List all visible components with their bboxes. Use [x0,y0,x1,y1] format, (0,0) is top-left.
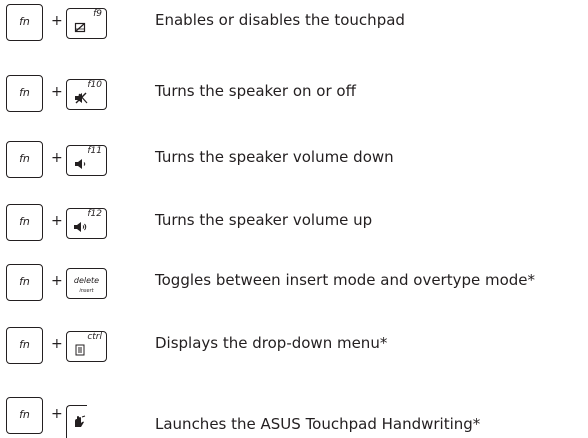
f10-key-label: f10 [87,80,102,90]
plus-sign: + [51,336,63,352]
shortcut-description: Turns the speaker volume up [155,211,373,229]
fn-key: fn [6,204,43,241]
fn-key-label: fn [19,275,30,288]
touchpad-icon [74,22,86,33]
shortcut-description: Turns the speaker volume down [155,148,394,166]
fn-key-label: fn [19,152,30,165]
ctrl-key-label: ctrl [87,332,102,342]
fn-key-label: fn [19,15,30,28]
plus-sign: + [51,13,63,29]
fn-key: fn [6,264,43,301]
shortcut-description: Enables or disables the touchpad [155,11,405,29]
handwriting-key [66,405,87,438]
f10-key: f10 [66,79,107,110]
shortcut-description: Launches the ASUS Touchpad Handwriting* [155,415,481,433]
delete-key-label: delete [73,276,100,285]
plus-sign: + [51,406,63,422]
fn-key-label: fn [19,215,30,228]
insert-key-label: insert [79,288,94,294]
shortcut-row-volume-down: fn + f11 Turns the speaker volume down [0,141,588,181]
shortcut-row-touchpad: fn + f9 Enables or disables the touchpad [0,4,588,44]
menu-icon [75,344,85,356]
volume-down-icon [75,159,86,169]
f11-key: f11 [66,145,107,176]
f9-key: f9 [66,8,107,39]
fn-key: fn [6,75,43,112]
shortcut-description: Turns the speaker on or off [155,82,356,100]
plus-sign: + [51,213,63,229]
fn-key-label: fn [19,338,30,351]
fn-key: fn [6,141,43,178]
plus-sign: + [51,273,63,289]
plus-sign: + [51,150,63,166]
handwriting-icon [75,415,86,427]
speaker-mute-icon [75,92,88,104]
shortcut-row-handwriting: fn + Launches the ASUS Touchpad Handwrit… [0,397,588,438]
shortcut-row-volume-up: fn + f12 Turns the speaker volume up [0,204,588,244]
fn-key-label: fn [19,408,30,421]
shortcut-row-speaker-toggle: fn + f10 Turns the speaker on or off [0,75,588,115]
shortcut-description: Toggles between insert mode and overtype… [155,271,536,289]
f9-key-label: f9 [93,9,102,19]
shortcut-row-insert-toggle: fn + delete insert Toggles between inser… [0,264,588,304]
ctrl-key: ctrl [66,331,107,362]
fn-key-label: fn [19,86,30,99]
fn-key: fn [6,327,43,364]
fn-key: fn [6,397,43,434]
shortcut-description: Displays the drop-down menu* [155,334,388,352]
delete-key: delete insert [66,268,107,299]
f11-key-label: f11 [87,146,102,156]
plus-sign: + [51,84,63,100]
volume-up-icon [74,222,87,232]
fn-key: fn [6,4,43,41]
shortcut-row-dropdown-menu: fn + ctrl Displays the drop-down menu* [0,327,588,367]
f12-key-label: f12 [87,209,102,219]
f12-key: f12 [66,208,107,239]
